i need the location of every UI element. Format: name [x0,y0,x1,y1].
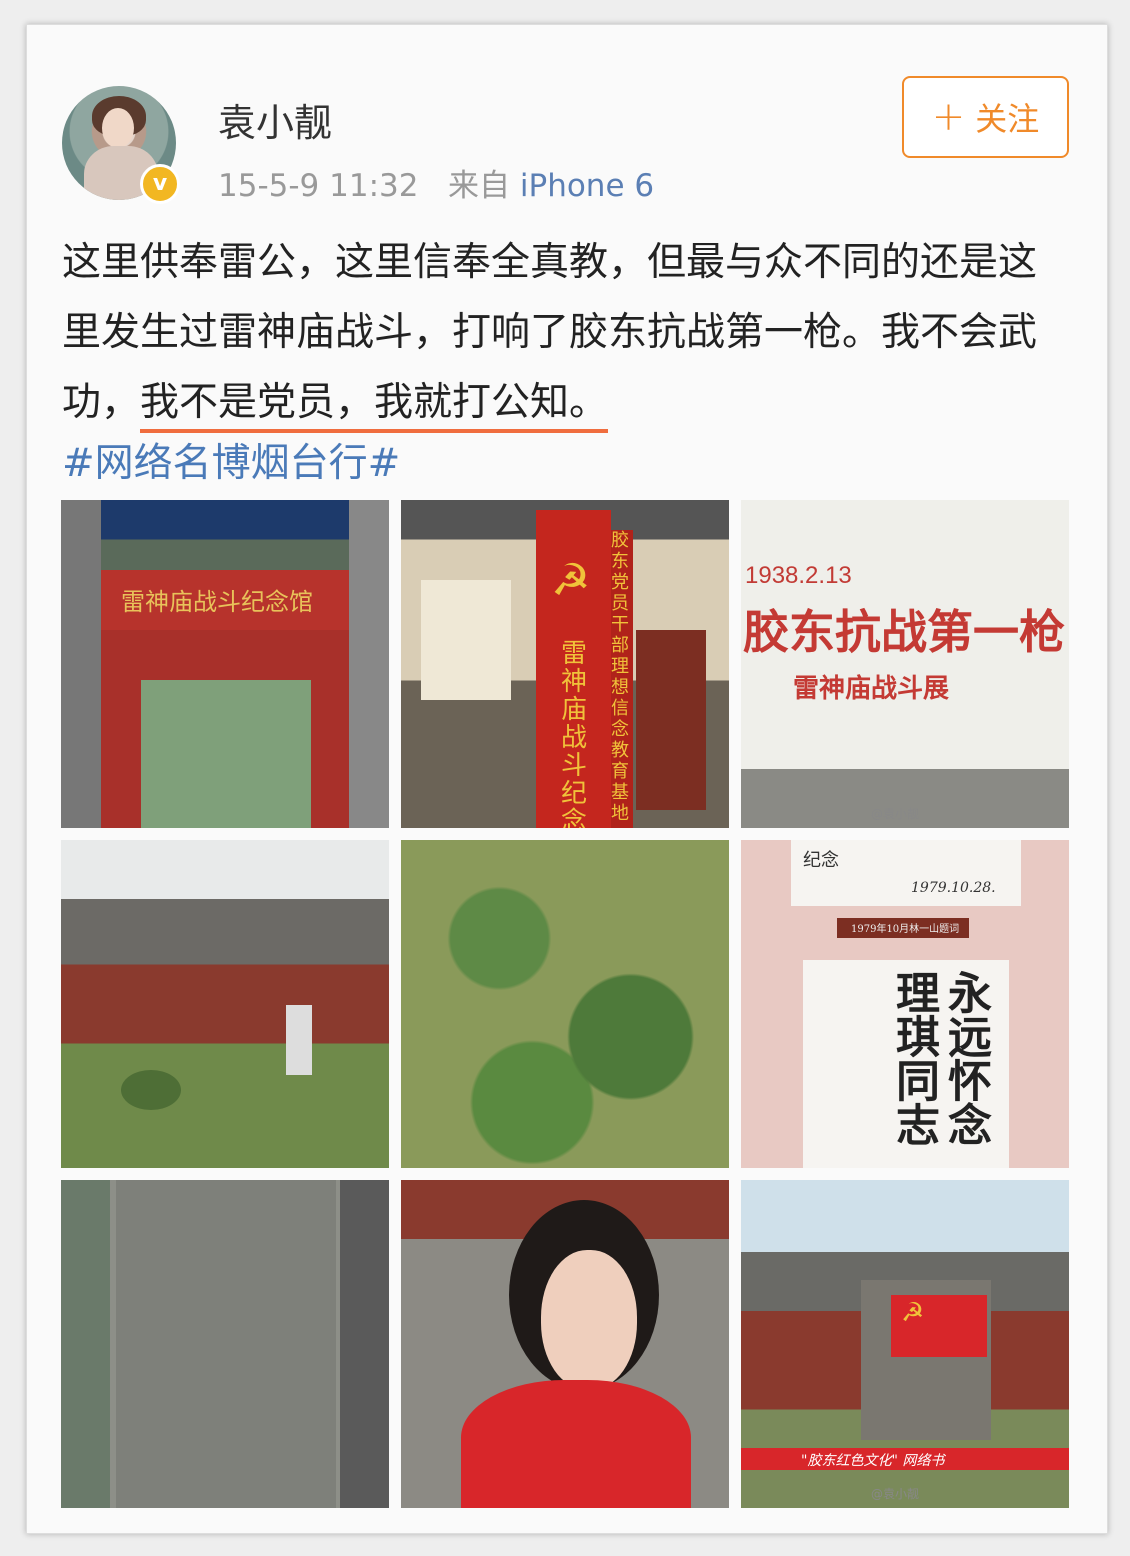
photo-3-watermark: @袁小靓 [870,807,919,821]
follow-label: 关注 [975,100,1040,138]
photo-grid: 雷神庙战斗纪念馆 ☭ 雷神庙战斗纪念馆 胶东党员干部理想信念教育基地 1938.… [61,500,1069,1508]
photo-2[interactable]: ☭ 雷神庙战斗纪念馆 胶东党员干部理想信念教育基地 [401,500,729,828]
photo-6-signature: 1979.10.28. [911,880,996,896]
photo-9-banner: "胶东红色文化" 网络书 [801,1453,945,1469]
photo-2-vertical-right: 胶东党员干部理想信念教育基地 [611,530,629,824]
photo-9[interactable]: ☭ "胶东红色文化" 网络书 @袁小靓 [741,1180,1069,1508]
follow-button[interactable]: + 关注 [902,76,1069,158]
plus-icon: + [931,94,966,140]
username[interactable]: 袁小靓 [218,92,332,147]
photo-6-calligraphy: 永远怀念 理琪同志 [888,970,991,1146]
photo-2-vertical-left: 雷神庙战斗纪念馆 [561,639,588,828]
photo-6[interactable]: 纪念 1979.10.28. 1979年10月林一山题词 永远怀念 理琪同志 [741,840,1069,1168]
flag-icon: ☭ [901,1298,925,1328]
photo-6-caption: 1979年10月林一山题词 [851,924,960,935]
verified-badge-icon: v [140,164,180,204]
photo-1-sign: 雷神庙战斗纪念馆 [121,588,313,616]
photo-7[interactable] [61,1180,389,1508]
photo-9-watermark: @袁小靓 [870,1487,919,1501]
topic-hashtag[interactable]: #网络名博烟台行# [62,432,400,488]
photo-3[interactable]: 1938.2.13 胶东抗战第一枪 雷神庙战斗展 @袁小靓 [741,500,1069,828]
photo-6-top: 纪念 [803,850,839,871]
source-device[interactable]: iPhone 6 [520,168,654,204]
post-text: 这里供奉雷公，这里信奉全真教，但最与众不同的还是这里发生过雷神庙战斗，打响了胶东… [62,228,1052,438]
photo-4[interactable] [61,840,389,1168]
photo-1[interactable]: 雷神庙战斗纪念馆 [61,500,389,828]
source-prefix: 来自 [448,168,511,204]
photo-3-date: 1938.2.13 [745,562,852,589]
hammer-sickle-icon: ☭ [551,555,591,606]
photo-3-title: 胶东抗战第一枪 [743,605,1065,659]
photo-5[interactable] [401,840,729,1168]
timestamp: 15-5-9 11:32 [218,168,419,204]
post-text-highlight: 我不是党员，我就打公知。 [140,380,609,433]
photo-8[interactable] [401,1180,729,1508]
photo-3-subtitle: 雷神庙战斗展 [793,674,950,704]
post-meta: 15-5-9 11:32 来自 iPhone 6 [218,160,654,205]
